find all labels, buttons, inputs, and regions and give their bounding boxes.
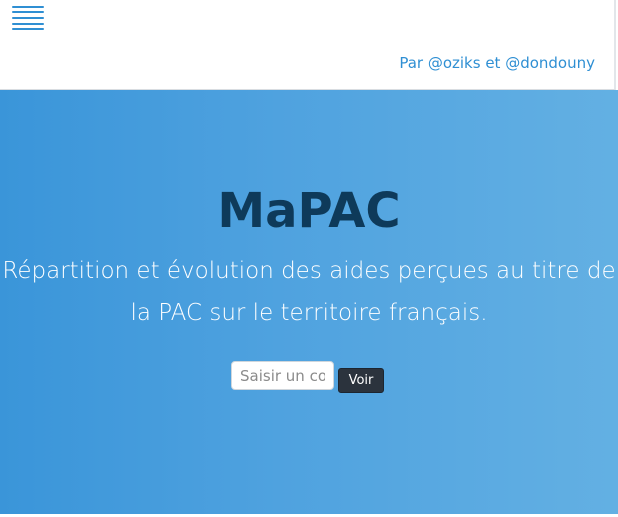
menu-bar <box>12 17 44 19</box>
menu-bar <box>12 6 44 8</box>
menu-bar <box>12 23 44 25</box>
hero-section: MaPAC Répartition et évolution des aides… <box>0 90 618 517</box>
subtitle-line-2: la PAC sur le territoire français. <box>130 300 488 326</box>
credits-text: Par @oziks et @dondouny <box>399 54 595 72</box>
voir-button[interactable]: Voir <box>338 368 384 393</box>
subtitle-line-1: Répartition et évolution des aides perçu… <box>2 258 616 284</box>
postal-code-form: Voir <box>231 361 391 395</box>
menu-bar <box>12 11 44 13</box>
hamburger-menu-icon[interactable] <box>12 6 44 30</box>
page-subtitle: Répartition et évolution des aides perçu… <box>0 250 618 334</box>
postal-code-input[interactable] <box>231 361 334 390</box>
top-navbar: Par @oziks et @dondouny <box>0 0 616 90</box>
page-title: MaPAC <box>217 183 401 239</box>
menu-bar <box>12 28 44 30</box>
